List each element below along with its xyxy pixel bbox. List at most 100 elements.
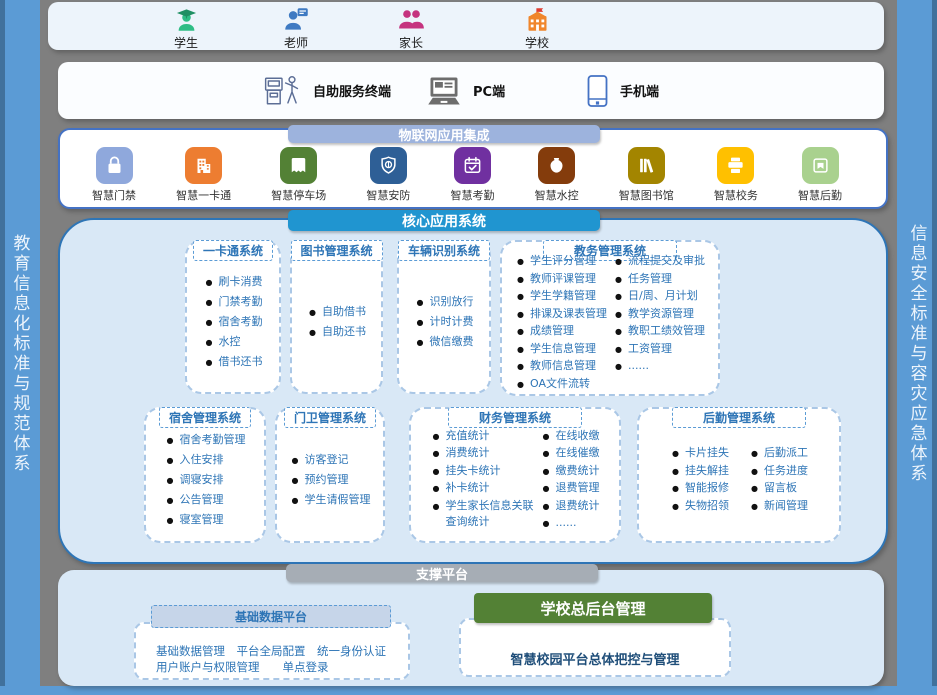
system-item-list: ●流程提交及审批●任务管理●日/周、月计划●教学资源管理●教职工绩效管理●工资管… [615,253,705,376]
system-item-list: ●后勤派工●任务进度●留言板●新闻管理 [751,445,808,515]
list-item-label: 留言板 [764,480,797,497]
bullet-icon: ● [433,429,440,446]
list-item-label: 学生评分管理 [530,253,596,270]
core-banner: 核心应用系统 [288,210,600,231]
list-item: ●日/周、月计划 [615,288,705,306]
bullet-icon: ● [433,499,440,516]
list-item-label: 缴费统计 [555,463,599,480]
list-item-label: ...... [628,358,649,375]
bullet-icon: ● [615,272,622,289]
list-item-label: 日/周、月计划 [628,288,698,305]
bullet-icon: ● [167,471,174,490]
bullet-icon: ● [417,293,424,312]
iot-banner: 物联网应用集成 [288,125,600,143]
bullet-icon: ● [517,359,524,376]
list-item-label: 补卡统计 [445,480,489,497]
attendance-calendar-icon [454,147,491,184]
logistics-clipboard-icon [802,147,839,184]
iot-item-library: 智慧图书馆 [619,147,674,203]
bullet-icon: ● [672,499,679,516]
list-item-label: 学生请假管理 [304,490,370,509]
list-item-label: 退费管理 [555,480,599,497]
list-item-label: 教职工绩效管理 [628,323,705,340]
iot-item-label: 智慧校务 [714,187,758,203]
base-data-platform-text: 基础数据管理 平台全局配置 统一身份认证 用户账户与权限管理 单点登录 [156,643,386,675]
bullet-icon: ● [615,342,622,359]
list-item: ● 退费管理 [543,480,600,498]
user-role-teacher: 老师 [261,6,331,51]
bullet-icon: ● [517,307,524,324]
bullet-icon: ● [292,471,299,490]
system-item-list: ●卡片挂失●挂失解挂●智能报修●失物招领 [672,445,729,515]
terminal-mobile: 手机端 [586,62,659,119]
list-item: ●借书还书 [206,352,263,372]
list-item: ●流程提交及审批 [615,253,705,271]
list-item-label: 失物招领 [685,498,729,515]
right-sidebar-label: 信息安全标准与容灾应急体系 [905,224,930,484]
bullet-icon: ● [167,431,174,450]
list-item-label: 自助借书 [322,302,366,321]
bullet-icon: ● [672,464,679,481]
bullet-icon: ● [206,273,213,292]
left-sidebar-edge [0,0,5,695]
admin-platform-text: 智慧校园平台总体把控与管理 [461,649,729,668]
base-platform-line: 用户账户与权限管理 单点登录 [156,659,386,675]
system-item-list: ●识别放行●计时计费●微信缴费 [417,292,474,352]
bullet-icon: ● [167,511,174,530]
system-item-list: ●刷卡消费●门禁考勤●宿舍考勤●水控●借书还书 [206,272,263,372]
terminal-kiosk: 自助服务终端 [262,62,391,119]
bullet-icon: ● [751,481,758,498]
bullet-icon: ● [543,481,550,498]
list-item: ●成绩管理 [517,323,607,341]
bullet-icon: ● [672,481,679,498]
bullet-icon: ● [309,303,316,322]
base-platform-line: 基础数据管理 平台全局配置 统一身份认证 [156,643,386,659]
list-item-label: 在线催缴 [555,445,599,462]
core-systems-section: 核心应用系统 一卡通系统 ●刷卡消费●门禁考勤●宿舍考勤●水控●借书还书 图书管… [58,218,888,564]
base-data-platform-body: 基础数据管理 平台全局配置 统一身份认证 用户账户与权限管理 单点登录 [134,622,410,680]
list-item-label: 寝室管理 [179,510,223,529]
system-item-list: ●访客登记●预约管理●学生请假管理 [292,450,371,510]
list-item-label: 计时计费 [429,312,473,331]
list-item: ●宿舍考勤 [206,312,263,332]
access-control-icon [96,147,133,184]
system-box-library: 图书管理系统 ●自助借书●自助还书 [290,240,383,394]
iot-item-security: 智慧安防 [366,147,410,203]
list-item-label: 学生家长信息关联查询统计 [445,498,534,531]
list-item-label: 微信缴费 [429,332,473,351]
bullet-icon: ● [543,429,550,446]
list-item-label: 充值统计 [445,428,489,445]
user-role-label: 老师 [284,34,308,51]
list-item: ●在线收缴 [543,428,600,446]
list-item-label: 学生学籍管理 [530,288,596,305]
water-control-icon [538,147,575,184]
user-roles-row: 学生 老师 家长 [48,2,884,50]
right-sidebar-edge [932,0,937,695]
list-item-label: 预约管理 [304,470,348,489]
system-item-list: ●在线收缴●在线催缴●缴费统计●退费管理●退费统计●...... [543,428,600,533]
bottom-frame-strip [0,686,937,695]
list-item: ●教学资源管理 [615,306,705,324]
user-role-school: 学校 [502,6,572,51]
list-item: ●学生信息管理 [517,341,607,359]
list-item-label: 教师评课管理 [530,271,596,288]
list-item-label: 新闻管理 [764,498,808,515]
list-item: ●智能报修 [672,480,729,498]
system-item-list: ●宿舍考勤管理●入住安排●调寝安排●公告管理●寝室管理 [167,430,246,530]
bullet-icon: ● [615,324,622,341]
list-item-label: 退费统计 [555,498,599,515]
list-item: ● 留言板 [751,480,808,498]
iot-integration-section: 物联网应用集成 智慧门禁 智慧一卡通 智慧停车场 [58,128,888,209]
system-box-academic: 教务管理系统 ●学生评分管理●教师评课管理●学生学籍管理●排课及课表管理●成绩管… [500,240,720,396]
bullet-icon: ● [615,307,622,324]
list-item: ●学生学籍管理 [517,288,607,306]
list-item-label: 水控 [218,332,240,351]
system-box-logistics: 后勤管理系统 ●卡片挂失●挂失解挂●智能报修●失物招领 ●后勤派工●任务进度●留… [637,407,841,543]
bullet-icon: ● [206,333,213,352]
list-item: ●挂失解挂 [672,463,729,481]
support-platform-section: 支撑平台 基础数据管理 平台全局配置 统一身份认证 用户账户与权限管理 单点登录… [58,570,884,686]
system-item-list: ●自助借书●自助还书 [309,302,366,342]
bullet-icon: ● [543,499,550,516]
list-item-label: 挂失卡统计 [445,463,500,480]
list-item: ●刷卡消费 [206,272,263,292]
